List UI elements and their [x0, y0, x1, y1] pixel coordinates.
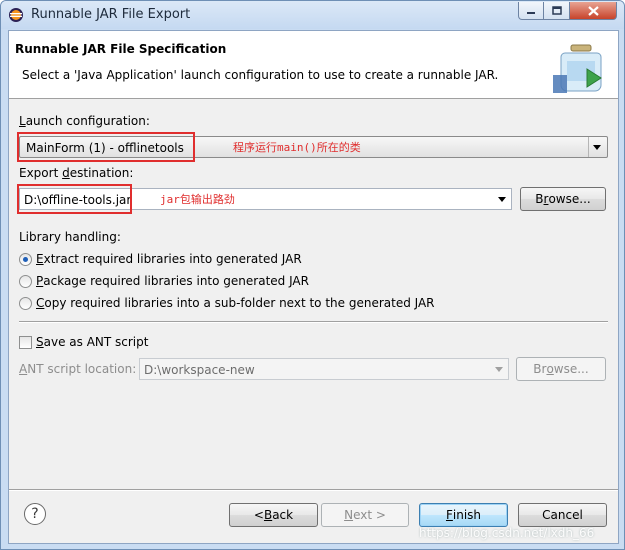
launch-label-accel: L — [19, 114, 26, 128]
back-label-pre: < — [253, 508, 264, 522]
launch-label-rest: aunch configuration: — [25, 114, 150, 128]
launch-annotation-box — [17, 132, 195, 162]
export-destination-label: Export destination: — [19, 166, 133, 180]
browse-label-rest: wse... — [553, 362, 589, 376]
ant-script-location-value: D:\workspace-new — [144, 363, 255, 377]
launch-configuration-label: Launch configuration: — [19, 114, 150, 128]
ant-location-rest: NT script location: — [27, 362, 137, 376]
radio-button[interactable] — [19, 274, 32, 288]
header-banner: Runnable JAR File Specification Select a… — [9, 31, 618, 99]
radio-button-checked[interactable] — [19, 252, 32, 266]
library-handling-label: Library handling: — [19, 230, 121, 244]
browse-label-pre: B — [535, 192, 544, 206]
back-label-accel: B — [263, 508, 273, 522]
finish-label-accel: F — [445, 508, 453, 522]
ant-browse-button[interactable]: Br o wse... — [516, 357, 606, 381]
footer-divider — [9, 489, 618, 491]
eclipse-app-icon — [9, 8, 23, 22]
radio-button[interactable] — [19, 296, 32, 310]
dialog-body: Runnable JAR File Specification Select a… — [8, 30, 619, 544]
export-label-prefix: Export — [19, 166, 63, 180]
radio-accel: C — [36, 296, 45, 310]
minimize-button[interactable] — [518, 2, 544, 20]
radio-extract-libraries[interactable]: Extract required libraries into generate… — [19, 251, 302, 267]
window-title: Runnable JAR File Export — [31, 7, 191, 22]
export-label-accel: d — [62, 166, 70, 180]
radio-accel: E — [36, 252, 44, 266]
radio-label: xtract required libraries into generated… — [43, 252, 302, 266]
chevron-down-icon[interactable] — [493, 362, 505, 376]
finish-label-rest: inish — [452, 508, 482, 522]
export-annotation-text: jar包输出路劲 — [160, 193, 235, 206]
finish-button[interactable]: Finish — [419, 503, 508, 527]
title-bar[interactable]: Runnable JAR File Export — [1, 1, 624, 29]
radio-label: opy required libraries into a sub-folder… — [44, 296, 435, 310]
browse-label-pre: Br — [533, 362, 547, 376]
ant-location-accel: A — [19, 362, 28, 376]
launch-annotation-text: 程序运行main()所在的类 — [233, 141, 361, 154]
chevron-down-icon[interactable] — [588, 137, 605, 157]
page-title: Runnable JAR File Specification — [15, 42, 227, 56]
next-label-rest: ext > — [353, 508, 386, 522]
maximize-button[interactable] — [544, 2, 570, 20]
page-description: Select a 'Java Application' launch confi… — [22, 68, 499, 82]
radio-package-libraries[interactable]: Package required libraries into generate… — [19, 273, 309, 289]
export-label-rest: estination: — [69, 166, 134, 180]
next-button[interactable]: Next > — [321, 503, 409, 527]
chevron-down-icon[interactable] — [496, 192, 508, 206]
browse-label-accel: o — [546, 362, 554, 376]
dialog-window: Runnable JAR File Export Runnable JAR Fi… — [0, 0, 625, 550]
radio-copy-libraries[interactable]: Copy required libraries into a sub-folde… — [19, 295, 435, 311]
back-label-rest: ack — [272, 508, 294, 522]
question-icon[interactable]: ? — [24, 503, 46, 525]
close-icon — [587, 5, 599, 16]
back-button[interactable]: < Back — [229, 503, 318, 527]
ant-script-location-field[interactable]: D:\workspace-new — [139, 358, 509, 380]
jar-wizard-icon — [553, 44, 602, 93]
watermark-text: https://blog.csdn.net/lxdh_66 — [419, 526, 595, 540]
section-divider — [19, 321, 608, 323]
close-button[interactable] — [570, 2, 617, 20]
minimize-icon — [527, 11, 535, 14]
cancel-button[interactable]: Cancel — [518, 503, 607, 527]
checkbox-box[interactable] — [19, 335, 32, 349]
export-annotation-box — [17, 184, 132, 214]
save-ant-script-checkbox[interactable]: Save as ANT script — [19, 334, 148, 350]
checkbox-label: ave as ANT script — [43, 335, 149, 349]
radio-label: ackage required libraries into generated… — [43, 274, 309, 288]
next-label-accel: N — [344, 508, 354, 522]
radio-accel: P — [36, 274, 44, 288]
browse-label-rest: owse... — [548, 192, 591, 206]
ant-script-location-label: ANT script location: — [19, 362, 136, 376]
export-browse-button[interactable]: Br owse... — [520, 187, 606, 211]
checkbox-accel: S — [36, 335, 44, 349]
maximize-icon — [551, 6, 562, 15]
